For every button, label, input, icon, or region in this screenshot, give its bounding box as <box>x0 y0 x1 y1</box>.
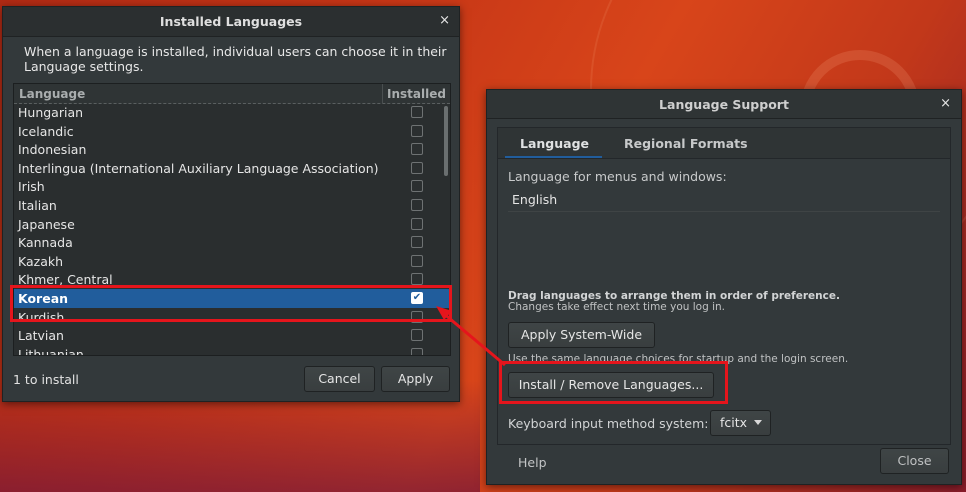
installed-checkbox[interactable] <box>411 106 423 118</box>
highlight-install-button <box>499 361 728 404</box>
language-row[interactable]: Hungarian <box>14 103 450 122</box>
language-row[interactable]: Indonesian <box>14 140 450 159</box>
apply-button[interactable]: Apply <box>381 366 450 392</box>
column-header-installed[interactable]: Installed <box>382 84 450 104</box>
language-row[interactable]: Italian <box>14 196 450 215</box>
installed-checkbox[interactable] <box>411 198 423 211</box>
language-name: Kazakh <box>18 253 64 269</box>
language-name: Irish <box>18 179 45 195</box>
language-name: Latvian <box>18 328 64 344</box>
language-name: Hungarian <box>18 105 84 120</box>
language-row[interactable]: Kannada <box>14 233 450 252</box>
scrollbar[interactable] <box>444 106 448 176</box>
install-count-status: 1 to install <box>13 372 79 387</box>
tab-bar: Language Regional Formats <box>498 128 950 159</box>
language-row[interactable]: Kazakh <box>14 252 450 271</box>
dialog-title: Installed Languages <box>159 14 303 29</box>
highlight-korean-row <box>10 285 452 322</box>
language-name: Kannada <box>18 235 73 251</box>
installed-checkbox[interactable] <box>411 124 423 137</box>
installed-checkbox[interactable] <box>411 143 423 156</box>
language-row[interactable]: Latvian <box>14 326 450 345</box>
language-name: Icelandic <box>18 123 74 139</box>
help-button[interactable]: Help <box>518 455 547 470</box>
close-icon[interactable]: × <box>940 96 951 111</box>
apply-system-wide-button[interactable]: Apply System-Wide <box>508 322 655 348</box>
menus-language-label: Language for menus and windows: <box>508 169 727 184</box>
language-row[interactable]: Irish <box>14 177 450 196</box>
installed-checkbox[interactable] <box>411 217 423 230</box>
installed-checkbox[interactable] <box>411 347 423 355</box>
titlebar: Installed Languages × <box>3 7 459 37</box>
language-name: Japanese <box>18 216 75 232</box>
column-header-language[interactable]: Language <box>19 87 85 101</box>
language-name: Italian <box>18 197 57 213</box>
language-row[interactable]: Interlingua (International Auxiliary Lan… <box>14 159 450 178</box>
language-row[interactable]: Japanese <box>14 215 450 234</box>
installed-checkbox[interactable] <box>411 273 423 286</box>
language-name: Interlingua (International Auxiliary Lan… <box>18 160 379 176</box>
tab-regional-formats[interactable]: Regional Formats <box>624 136 748 151</box>
cancel-button[interactable]: Cancel <box>304 366 375 392</box>
installed-languages-dialog: Installed Languages × When a language is… <box>2 6 460 402</box>
installed-checkbox[interactable] <box>411 161 423 174</box>
titlebar: Language Support × <box>487 90 961 119</box>
language-row[interactable]: Lithuanian <box>14 345 450 356</box>
intro-text: When a language is installed, individual… <box>24 44 447 74</box>
installed-checkbox[interactable] <box>411 236 423 249</box>
keyboard-input-label: Keyboard input method system: <box>508 416 709 431</box>
preferred-language-item[interactable]: English <box>508 189 940 212</box>
installed-checkbox[interactable] <box>411 180 423 193</box>
close-icon[interactable]: × <box>439 13 450 28</box>
language-row[interactable]: Icelandic <box>14 122 450 141</box>
language-name: Indonesian <box>18 142 87 158</box>
list-header: Language Installed <box>14 84 450 104</box>
keyboard-input-select[interactable]: fcitx <box>710 410 771 436</box>
tab-language[interactable]: Language <box>520 136 589 151</box>
active-tab-indicator <box>505 156 602 158</box>
installed-checkbox[interactable] <box>411 254 423 267</box>
language-name: Lithuanian <box>18 346 84 356</box>
drag-subhint: Changes take effect next time you log in… <box>508 301 725 313</box>
language-support-dialog: Language Support × Language Regional For… <box>486 89 962 485</box>
keyboard-input-value: fcitx <box>720 415 748 430</box>
chevron-down-icon <box>754 420 762 425</box>
installed-checkbox[interactable] <box>411 329 423 342</box>
close-button[interactable]: Close <box>880 448 949 474</box>
dialog-title: Language Support <box>659 97 789 112</box>
